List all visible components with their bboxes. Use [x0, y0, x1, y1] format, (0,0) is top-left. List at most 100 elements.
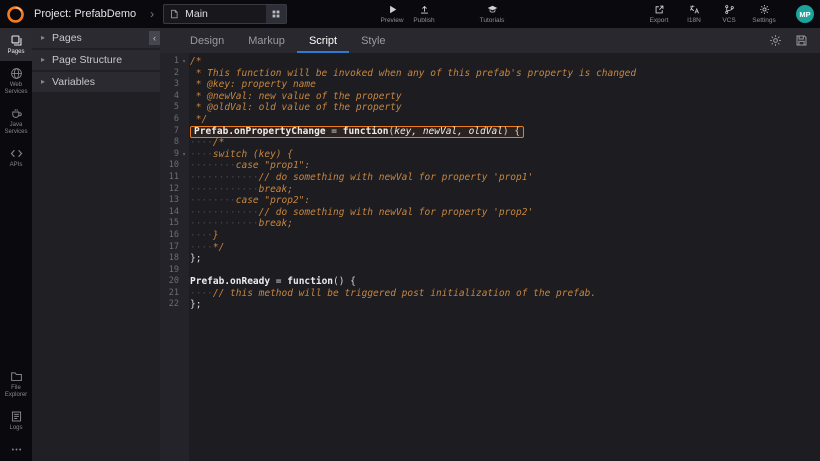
line-number: 15: [160, 218, 179, 230]
topbar-right-actions: Export I18N VCS Settings: [645, 0, 778, 28]
code-line-19[interactable]: 19: [160, 265, 820, 277]
app-window: Project: PrefabDemo › Main PreviewPublis…: [0, 0, 820, 461]
panel-section-page-structure[interactable]: ▸Page Structure: [32, 50, 160, 70]
code-line-18[interactable]: 18};: [160, 253, 820, 265]
line-number: 16: [160, 230, 179, 242]
code-line-15[interactable]: 15············break;: [160, 218, 820, 230]
java-services-icon: [10, 107, 23, 120]
vcs-label: VCS: [722, 17, 735, 24]
code-line-11[interactable]: 11············// do something with newVa…: [160, 172, 820, 184]
panel-section-pages[interactable]: ▸Pages‹: [32, 28, 160, 48]
save-icon[interactable]: [795, 34, 808, 47]
settings-icon: [759, 4, 770, 15]
preview-icon: [387, 4, 398, 15]
indent-guide-dots: ············: [190, 184, 259, 195]
left-rail: PagesWeb ServicesJava ServicesAPIs File …: [0, 28, 32, 461]
code-line-13[interactable]: 13········case "prop2":: [160, 195, 820, 207]
indent-guide-dots: ········: [190, 160, 236, 171]
tutorials-button[interactable]: Tutorials: [478, 4, 506, 24]
line-number: 7: [160, 126, 179, 138]
line-number: 4: [160, 91, 179, 103]
sidebar-item-java-services[interactable]: Java Services: [0, 101, 32, 141]
line-number: 5: [160, 102, 179, 114]
editor-tabbar: DesignMarkupScriptStyle: [160, 28, 820, 53]
code-text: * This function will be invoked when any…: [189, 68, 636, 80]
export-button[interactable]: Export: [645, 4, 673, 24]
fold-gutter: [179, 79, 189, 91]
code-text: Prefab.onReady = function() {: [189, 276, 356, 288]
code-line-4[interactable]: 4 * @newVal: new value of the property: [160, 91, 820, 103]
sidebar-item-label: Logs: [9, 425, 22, 432]
code-line-6[interactable]: 6 */: [160, 114, 820, 126]
fold-gutter: [179, 126, 189, 138]
pages-icon: [10, 34, 23, 47]
preview-button[interactable]: Preview: [378, 4, 406, 24]
sidebar-item-logs[interactable]: Logs: [0, 404, 32, 437]
sidebar-item-file-explorer[interactable]: File Explorer: [0, 364, 32, 404]
page-selector-value: Main: [185, 8, 266, 20]
code-line-21[interactable]: 21····// this method will be triggered p…: [160, 288, 820, 300]
highlighted-code-box: Prefab.onPropertyChange = function(key, …: [190, 126, 524, 138]
sidebar-item-label: File Explorer: [0, 385, 32, 399]
gear-icon[interactable]: [769, 34, 782, 47]
code-line-2[interactable]: 2 * This function will be invoked when a…: [160, 68, 820, 80]
line-number: 8: [160, 137, 179, 149]
indent-guide-dots: ············: [190, 172, 259, 183]
code-line-14[interactable]: 14············// do something with newVa…: [160, 207, 820, 219]
logs-icon: [10, 410, 23, 423]
line-number: 22: [160, 299, 179, 311]
indent-guide-dots: ····: [190, 149, 213, 160]
page-selector-dropdown[interactable]: Main: [163, 4, 287, 24]
panel-collapse-button[interactable]: ‹: [149, 31, 160, 45]
fold-gutter: [179, 242, 189, 254]
code-line-20[interactable]: 20Prefab.onReady = function() {: [160, 276, 820, 288]
code-line-17[interactable]: 17····*/: [160, 242, 820, 254]
publish-button[interactable]: Publish: [410, 4, 438, 24]
code-line-8[interactable]: 8····/*: [160, 137, 820, 149]
tutorials-icon: [487, 4, 498, 15]
fold-gutter: [179, 299, 189, 311]
code-line-12[interactable]: 12 ············break;: [160, 184, 820, 196]
export-label: Export: [650, 17, 669, 24]
code-text: * @oldVal: old value of the property: [189, 102, 402, 114]
code-line-3[interactable]: 3 * @key: property name: [160, 79, 820, 91]
code-text: ········case "prop2":: [189, 195, 310, 207]
fold-gutter: [179, 195, 189, 207]
line-number: 14: [160, 207, 179, 219]
panel-section-variables[interactable]: ▸Variables: [32, 72, 160, 92]
fold-gutter: [179, 91, 189, 103]
indent-guide-dots: ····: [190, 242, 213, 253]
tab-script[interactable]: Script: [297, 28, 349, 53]
code-text: ········case "prop1":: [189, 160, 310, 172]
user-avatar[interactable]: MP: [796, 5, 814, 23]
tab-markup[interactable]: Markup: [236, 28, 297, 53]
code-line-10[interactable]: 10········case "prop1":: [160, 160, 820, 172]
fold-marker-icon[interactable]: ▾: [179, 56, 189, 68]
fold-marker-icon[interactable]: ▾: [179, 149, 189, 161]
code-line-7[interactable]: 7 Prefab.onPropertyChange = function(key,…: [160, 126, 820, 138]
code-line-5[interactable]: 5 * @oldVal: old value of the property: [160, 102, 820, 114]
sidebar-item-more[interactable]: [0, 437, 32, 461]
settings-button[interactable]: Settings: [750, 4, 778, 24]
code-line-9[interactable]: 9▾····switch (key) {: [160, 149, 820, 161]
fold-gutter: [179, 218, 189, 230]
publish-icon: [419, 4, 430, 15]
line-number: 12: [160, 184, 179, 196]
code-editor[interactable]: 1▾/*2 * This function will be invoked wh…: [160, 53, 820, 461]
sidebar-item-pages[interactable]: Pages: [0, 28, 32, 61]
grid-view-button[interactable]: [266, 5, 286, 23]
vcs-button[interactable]: VCS: [715, 4, 743, 24]
code-line-1[interactable]: 1▾/*: [160, 56, 820, 68]
code-text: ············break;: [189, 184, 293, 196]
fold-gutter: [179, 102, 189, 114]
code-line-16[interactable]: 16····}: [160, 230, 820, 242]
code-text: Prefab.onPropertyChange = function(key, …: [189, 126, 524, 138]
i18n-button[interactable]: I18N: [680, 4, 708, 24]
sidebar-item-web-services[interactable]: Web Services: [0, 61, 32, 101]
tab-style[interactable]: Style: [349, 28, 397, 53]
sidebar-item-apis[interactable]: APIs: [0, 141, 32, 174]
code-line-22[interactable]: 22};: [160, 299, 820, 311]
tab-design[interactable]: Design: [178, 28, 236, 53]
project-title: Project: PrefabDemo: [34, 8, 136, 20]
fold-gutter: [179, 253, 189, 265]
